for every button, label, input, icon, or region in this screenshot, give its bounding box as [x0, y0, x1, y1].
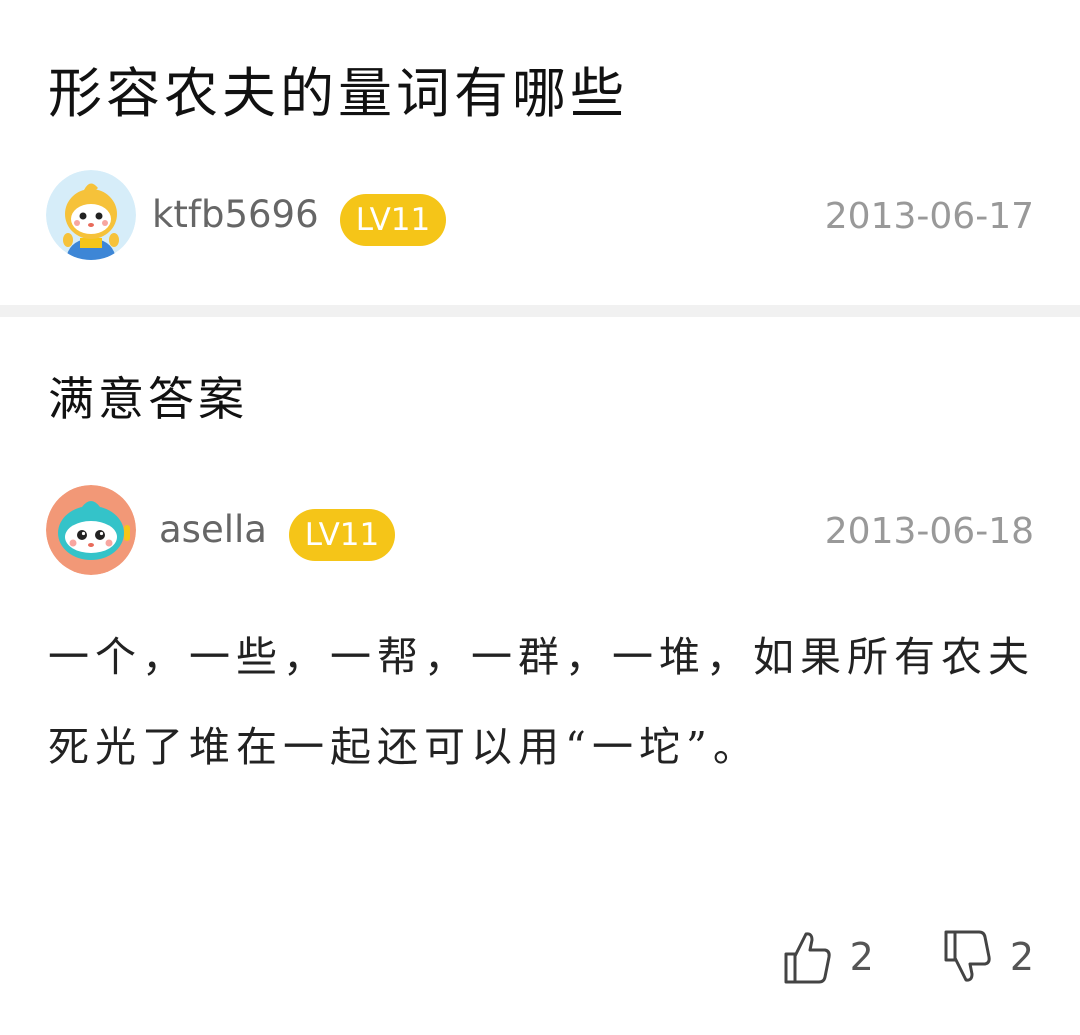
answer-author-name[interactable]: asella	[159, 507, 267, 553]
answer-actions: 2 2	[782, 922, 1034, 992]
question-author-name[interactable]: ktfb5696	[152, 192, 319, 238]
question-title: 形容农夫的量词有哪些	[48, 62, 628, 125]
like-count: 2	[849, 935, 874, 979]
answer-body: 一个，一些，一帮，一群，一堆，如果所有农夫死光了堆在一起还可以用“一坨”。	[48, 633, 1035, 771]
teal-cartoon-avatar-icon[interactable]	[46, 485, 136, 575]
thumbs-up-icon	[784, 932, 831, 984]
best-answer-heading: 满意答案	[48, 372, 248, 426]
section-divider	[0, 305, 1080, 317]
question-author-row: ktfb5696 LV11 2013-06-17	[46, 170, 1034, 260]
thumbs-down-icon	[944, 930, 991, 982]
answer-author-row: asella LV11 2013-06-18	[46, 485, 1034, 575]
dislike-button[interactable]: 2	[942, 928, 1034, 986]
question-author-level-badge: LV11	[340, 194, 446, 246]
like-button[interactable]: 2	[782, 928, 874, 986]
question-date: 2013-06-17	[824, 196, 1034, 237]
dislike-count: 2	[1009, 935, 1034, 979]
answer-author-level-badge: LV11	[289, 509, 395, 561]
answer-date: 2013-06-18	[824, 511, 1034, 552]
yellow-cartoon-avatar-icon[interactable]	[46, 170, 136, 260]
